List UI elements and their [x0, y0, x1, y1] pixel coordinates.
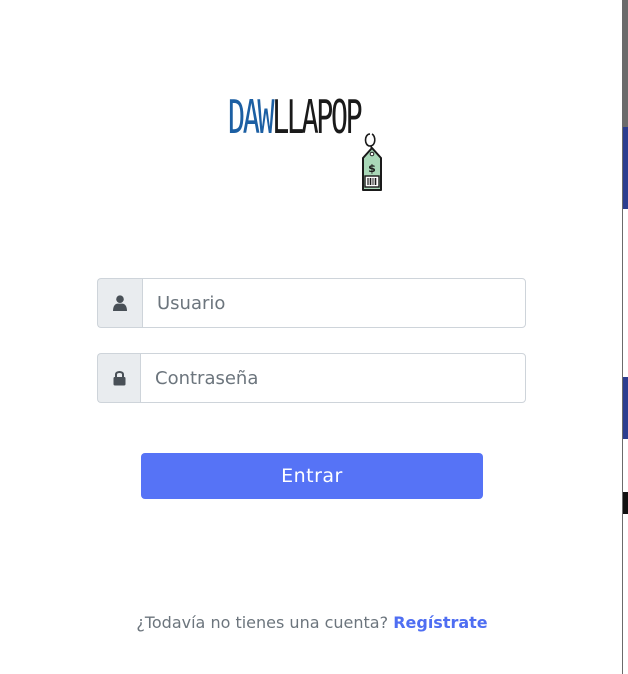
register-prompt: ¿Todavía no tienes una cuenta? Regístrat… — [0, 613, 624, 632]
logo-text-blue: DAW — [228, 90, 275, 144]
background-accent — [623, 439, 628, 492]
background-accent — [623, 127, 628, 209]
username-input[interactable] — [142, 278, 526, 328]
lock-icon — [113, 371, 125, 386]
login-button[interactable]: Entrar — [141, 453, 483, 499]
username-group — [97, 278, 526, 328]
tag-symbol: $ — [368, 162, 376, 175]
logo-text-dark: LLAPOP — [272, 90, 363, 144]
price-tag-icon: $ — [362, 133, 382, 191]
login-modal: DAWLLAPOP $ Usuario Entrar ¿Todavía no t… — [0, 0, 628, 674]
register-link[interactable]: Regístrate — [393, 613, 487, 632]
background-accent — [623, 209, 628, 377]
password-group — [97, 353, 526, 403]
background-accent — [623, 492, 628, 514]
background-accent — [623, 514, 628, 674]
background-accent — [623, 377, 628, 439]
app-logo: DAWLLAPOP $ — [228, 92, 398, 196]
logo-wordmark: DAWLLAPOP — [228, 90, 363, 144]
register-prompt-text: ¿Todavía no tienes una cuenta? — [136, 613, 389, 632]
user-icon — [113, 295, 127, 311]
username-addon — [97, 278, 142, 328]
password-input[interactable] — [140, 353, 526, 403]
password-addon — [97, 353, 140, 403]
